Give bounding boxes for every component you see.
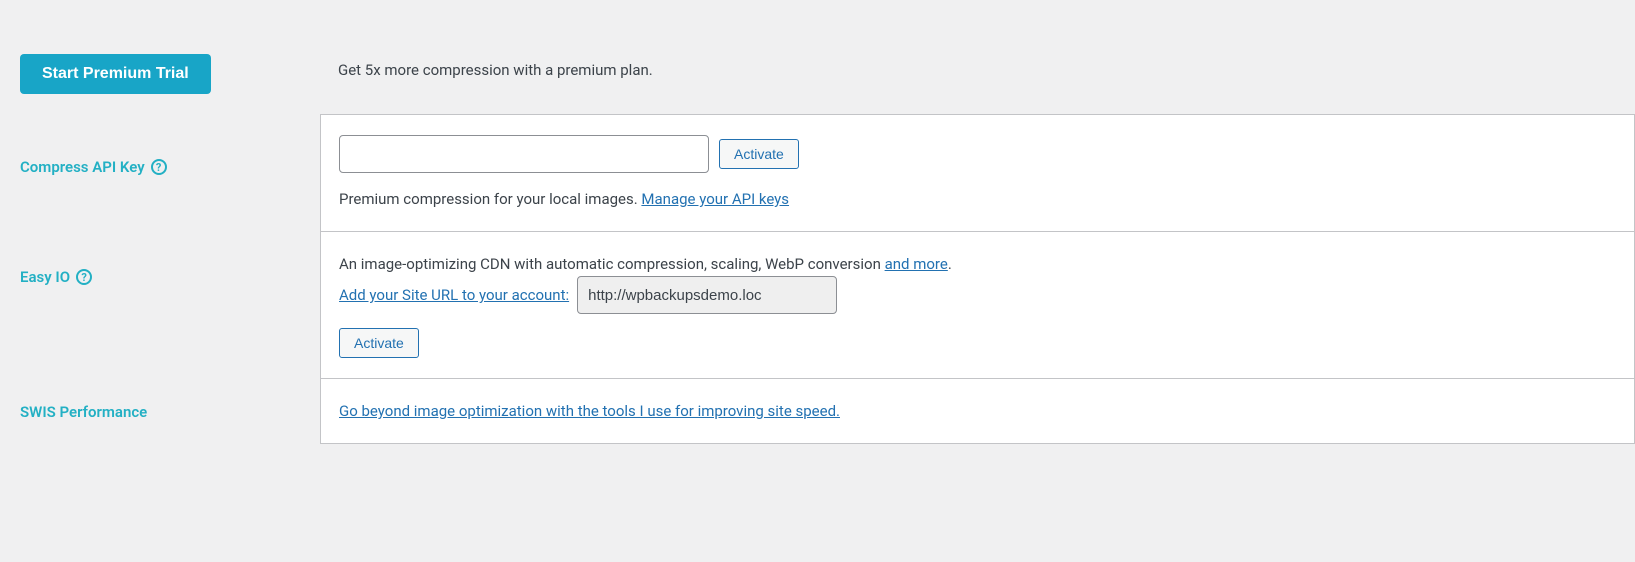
easy-io-row: Easy IO ? An image-optimizing CDN with a…	[0, 232, 1635, 379]
premium-description-cell: Get 5x more compression with a premium p…	[320, 20, 1635, 102]
easy-io-desc-suffix: .	[948, 255, 952, 273]
easy-io-activate-wrap: Activate	[339, 328, 1614, 358]
swis-label: SWIS Performance	[20, 403, 147, 421]
compress-api-key-input[interactable]	[339, 135, 709, 173]
easy-io-desc-prefix: An image-optimizing CDN with automatic c…	[339, 255, 885, 273]
easy-io-label-cell: Easy IO ?	[0, 232, 320, 306]
easy-io-label: Easy IO	[20, 268, 70, 286]
premium-label-cell: Start Premium Trial	[0, 20, 320, 114]
swis-performance-link[interactable]: Go beyond image optimization with the to…	[339, 402, 840, 420]
premium-description-text: Get 5x more compression with a premium p…	[338, 61, 653, 79]
manage-api-keys-link[interactable]: Manage your API keys	[641, 190, 789, 208]
start-premium-trial-button[interactable]: Start Premium Trial	[20, 54, 211, 94]
swis-row: SWIS Performance Go beyond image optimiz…	[0, 379, 1635, 444]
swis-content: Go beyond image optimization with the to…	[320, 379, 1635, 444]
compress-api-desc-prefix: Premium compression for your local image…	[339, 190, 641, 208]
premium-trial-row: Start Premium Trial Get 5x more compress…	[0, 20, 1635, 114]
site-url-input[interactable]	[577, 276, 837, 314]
easy-io-activate-button[interactable]: Activate	[339, 328, 419, 358]
compress-api-row: Compress API Key ? Activate Premium comp…	[0, 114, 1635, 232]
add-site-url-link[interactable]: Add your Site URL to your account:	[339, 283, 569, 307]
help-icon[interactable]: ?	[76, 269, 92, 285]
easy-io-url-row: Add your Site URL to your account:	[339, 276, 1614, 314]
compress-api-label: Compress API Key	[20, 158, 145, 176]
compress-api-activate-button[interactable]: Activate	[719, 139, 799, 169]
compress-api-label-cell: Compress API Key ?	[0, 114, 320, 196]
compress-api-field-row: Activate	[339, 135, 1614, 173]
easy-io-and-more-link[interactable]: and more	[885, 255, 948, 273]
easy-io-description: An image-optimizing CDN with automatic c…	[339, 252, 1614, 276]
help-icon[interactable]: ?	[151, 159, 167, 175]
compress-api-description: Premium compression for your local image…	[339, 187, 1614, 211]
easy-io-content: An image-optimizing CDN with automatic c…	[320, 232, 1635, 379]
swis-label-cell: SWIS Performance	[0, 379, 320, 441]
compress-api-content: Activate Premium compression for your lo…	[320, 114, 1635, 232]
settings-table: Start Premium Trial Get 5x more compress…	[0, 20, 1635, 444]
